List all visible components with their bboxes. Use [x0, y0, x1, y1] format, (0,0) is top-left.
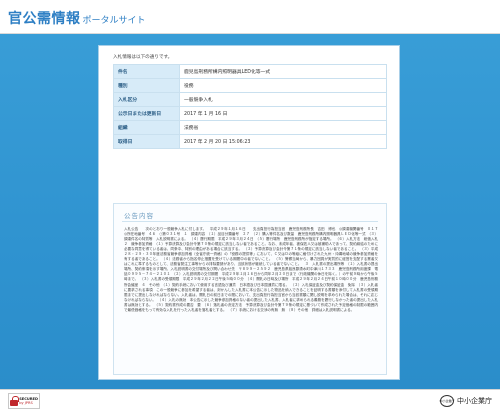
announcement-body: 入札公告 次のとおり一般競争入札に付します。 平成２９年１月１６日 支出負担行為… [124, 227, 382, 312]
bid-info-table: 件名 鹿児島刑務所構内照明器具LED化等一式 種別 役務 入札区分 一般競争入札… [113, 64, 387, 149]
table-row: 件名 鹿児島刑務所構内照明器具LED化等一式 [113, 64, 387, 79]
content-divider [122, 221, 378, 222]
site-footer: SECURED by JPRS 中小企業庁 中小企業庁 [0, 389, 500, 411]
agency-emblem-icon: 中小企業庁 [440, 395, 455, 407]
logo-sub-text: ポータルサイト [82, 16, 146, 26]
agency-name: 中小企業庁 [457, 397, 492, 405]
table-row: 組織 法務省 [113, 120, 387, 135]
row-value-organization: 法務省 [179, 120, 387, 135]
row-label-retrieved-date: 取得日 [113, 134, 180, 149]
table-row: 種別 役務 [113, 78, 387, 93]
logo-main-text: 官公需情報 [8, 11, 81, 27]
ssl-seal[interactable]: SECURED by JPRS [8, 393, 40, 409]
site-logo[interactable]: 官公需情報 ポータルサイト [8, 8, 146, 28]
row-label-bid-type: 入札区分 [113, 92, 180, 107]
agency-logo[interactable]: 中小企業庁 中小企業庁 [440, 395, 492, 407]
row-value-title: 鹿児島刑務所構内照明器具LED化等一式 [179, 64, 387, 79]
notice-text: 入札情報は以下の通りです。 [113, 55, 173, 60]
ssl-line2: by JPRS [19, 401, 33, 405]
table-row: 取得日 2017 年 2 月 20 日 15:06:23 [113, 134, 387, 149]
bid-detail-panel: 入札情報は以下の通りです。 件名 鹿児島刑務所構内照明器具LED化等一式 種別 … [98, 45, 400, 380]
row-label-published-date: 公示日または更新日 [113, 106, 180, 121]
row-value-retrieved-date: 2017 年 2 月 20 日 15:06:23 [179, 134, 387, 149]
row-value-published-date: 2017 年 1 月 16 日 [179, 106, 387, 121]
row-value-category: 役務 [179, 78, 387, 93]
site-header: 官公需情報 ポータルサイト [0, 0, 500, 34]
row-value-bid-type: 一般競争入札 [179, 92, 387, 107]
lock-icon [10, 395, 19, 407]
row-label-category: 種別 [113, 78, 180, 93]
announcement-content-box: 公告内容 入札公告 次のとおり一般競争入札に付します。 平成２９年１月１６日 支… [113, 203, 387, 375]
row-label-title: 件名 [113, 64, 180, 79]
row-label-organization: 組織 [113, 120, 180, 135]
content-title: 公告内容 [124, 212, 154, 220]
table-row: 入札区分 一般競争入札 [113, 92, 387, 107]
table-row: 公示日または更新日 2017 年 1 月 16 日 [113, 106, 387, 121]
